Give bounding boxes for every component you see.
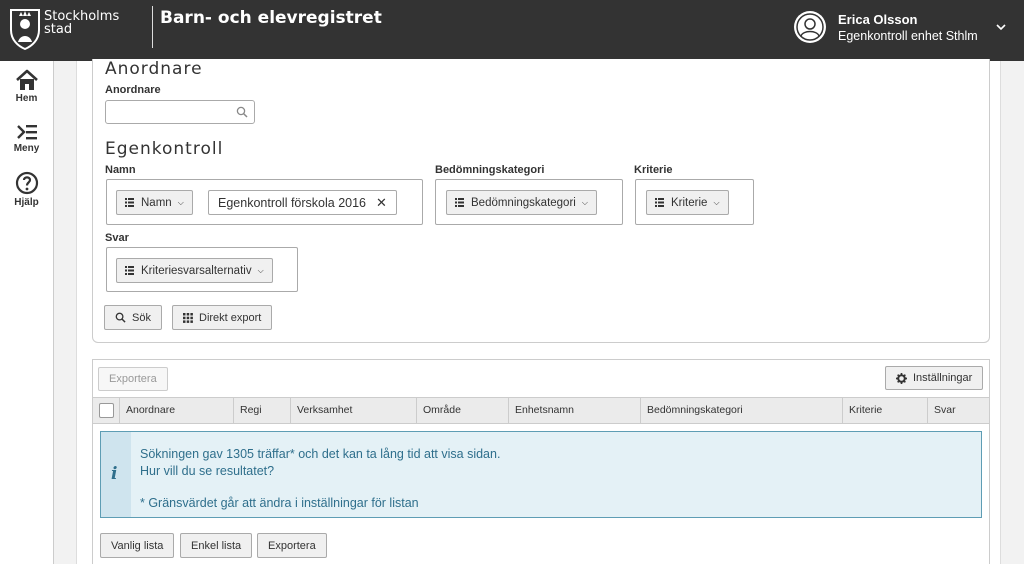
bedomning-field-label: Bedömningskategori (435, 164, 545, 176)
column-header-anordnare[interactable]: Anordnare (119, 398, 233, 423)
logo-text-line2: stad (44, 22, 73, 37)
info-line1: Sökningen gav 1305 träffar* och det kan … (140, 447, 501, 461)
help-icon (15, 171, 38, 195)
caret-down-icon: ⌵ (581, 197, 588, 207)
logo-text: Stockholms stad (44, 10, 119, 36)
namn-field-label: Namn (105, 164, 136, 176)
list-icon (125, 266, 134, 275)
settings-button-label: Inställningar (913, 372, 973, 384)
select-all-checkbox[interactable] (99, 403, 114, 418)
column-header-verksamhet[interactable]: Verksamhet (290, 398, 416, 423)
gear-icon (896, 372, 907, 384)
chevron-down-icon[interactable] (994, 20, 1008, 34)
column-header-svar[interactable]: Svar (927, 398, 989, 423)
simple-list-button[interactable]: Enkel lista (180, 533, 253, 558)
list-icon (125, 198, 134, 207)
search-panel: Anordnare Anordnare Egenkontroll Namn Na… (92, 59, 990, 343)
nav-item-menu-label: Meny (13, 143, 40, 154)
export-button[interactable]: Exportera (257, 533, 327, 558)
search-button-label: Sök (132, 311, 151, 324)
table-icon (183, 312, 193, 323)
header-divider (152, 6, 153, 48)
column-header-kriterie[interactable]: Kriterie (842, 398, 927, 423)
anordnare-section-title: Anordnare (105, 59, 203, 79)
app-header: Stockholms stad Barn- och elevregistret … (0, 0, 1024, 61)
settings-button[interactable]: Inställningar (885, 366, 984, 390)
egenkontroll-section-title: Egenkontroll (105, 139, 224, 159)
user-name[interactable]: Erica Olsson (838, 12, 917, 27)
menu-icon (16, 125, 37, 140)
simple-list-label: Enkel lista (191, 539, 242, 552)
bedomning-dropdown-label: Bedömningskategori (471, 196, 576, 209)
nav-item-home[interactable]: Hem (0, 69, 53, 104)
user-avatar-icon[interactable] (794, 11, 826, 43)
kriterie-dropdown-label: Kriterie (671, 196, 708, 209)
svar-dropdown-label: Kriteriesvarsalternativ (141, 264, 252, 277)
export-button-label: Exportera (268, 539, 316, 552)
namn-chip-label: Egenkontroll förskola 2016 (218, 195, 367, 210)
side-navigation: Hem Meny Hjälp (0, 61, 54, 564)
home-icon (15, 69, 38, 90)
namn-dropdown[interactable]: Namn ⌵ (116, 190, 193, 215)
bedomning-dropdown[interactable]: Bedömningskategori ⌵ (446, 190, 597, 215)
export-button-disabled: Exportera (98, 367, 168, 391)
normal-list-label: Vanlig lista (111, 539, 164, 552)
nav-item-help-label: Hjälp (14, 197, 39, 208)
anordnare-field-label: Anordnare (105, 84, 161, 96)
svar-filter-box: Kriteriesvarsalternativ ⌵ (106, 247, 298, 292)
column-header-enhetsnamn[interactable]: Enhetsnamn (508, 398, 640, 423)
user-role[interactable]: Egenkontroll enhet Sthlm (838, 29, 978, 43)
namn-filter-box: Namn ⌵ Egenkontroll förskola 2016 ✕ (106, 179, 423, 225)
kriterie-dropdown[interactable]: Kriterie ⌵ (646, 190, 729, 215)
caret-down-icon: ⌵ (713, 197, 720, 207)
column-header-omrade[interactable]: Område (416, 398, 508, 423)
svar-dropdown[interactable]: Kriteriesvarsalternativ ⌵ (116, 258, 273, 283)
nav-item-home-label: Hem (15, 93, 38, 104)
caret-down-icon: ⌵ (257, 265, 264, 275)
namn-selected-chip[interactable]: Egenkontroll förskola 2016 ✕ (208, 190, 397, 215)
app-title: Barn- och elevregistret (160, 8, 382, 28)
export-disabled-label: Exportera (109, 373, 157, 385)
close-icon[interactable]: ✕ (376, 195, 387, 211)
info-strip: i (101, 432, 131, 517)
list-icon (655, 198, 664, 207)
svar-field-label: Svar (105, 232, 129, 244)
column-header-regi[interactable]: Regi (233, 398, 290, 423)
info-note: * Gränsvärdet går att ändra i inställnin… (140, 496, 419, 510)
nav-item-help[interactable]: Hjälp (0, 171, 53, 208)
main-content: Anordnare Anordnare Egenkontroll Namn Na… (76, 59, 1001, 564)
search-icon (236, 106, 248, 118)
normal-list-button[interactable]: Vanlig lista (100, 533, 175, 558)
results-panel: Exportera Inställningar Anordnare Regi V… (92, 359, 990, 564)
kriterie-field-label: Kriterie (634, 164, 673, 176)
nav-item-menu[interactable]: Meny (0, 123, 53, 154)
info-icon: i (111, 464, 118, 484)
caret-down-icon: ⌵ (177, 197, 184, 207)
list-icon (455, 198, 464, 207)
namn-dropdown-label: Namn (141, 196, 172, 209)
info-message: i Sökningen gav 1305 träffar* och det ka… (100, 431, 982, 518)
stockholm-crest-logo[interactable] (8, 6, 42, 50)
info-line2: Hur vill du se resultatet? (140, 464, 275, 478)
anordnare-search-input[interactable] (105, 100, 255, 124)
search-icon (115, 312, 126, 323)
table-header: Anordnare Regi Verksamhet Område Enhetsn… (93, 397, 989, 424)
search-button[interactable]: Sök (104, 305, 162, 330)
direct-export-button[interactable]: Direkt export (172, 305, 273, 330)
bedomning-filter-box: Bedömningskategori ⌵ (435, 179, 623, 225)
kriterie-filter-box: Kriterie ⌵ (635, 179, 754, 225)
direct-export-button-label: Direkt export (199, 311, 262, 324)
column-header-bedomningskategori[interactable]: Bedömningskategori (640, 398, 842, 423)
